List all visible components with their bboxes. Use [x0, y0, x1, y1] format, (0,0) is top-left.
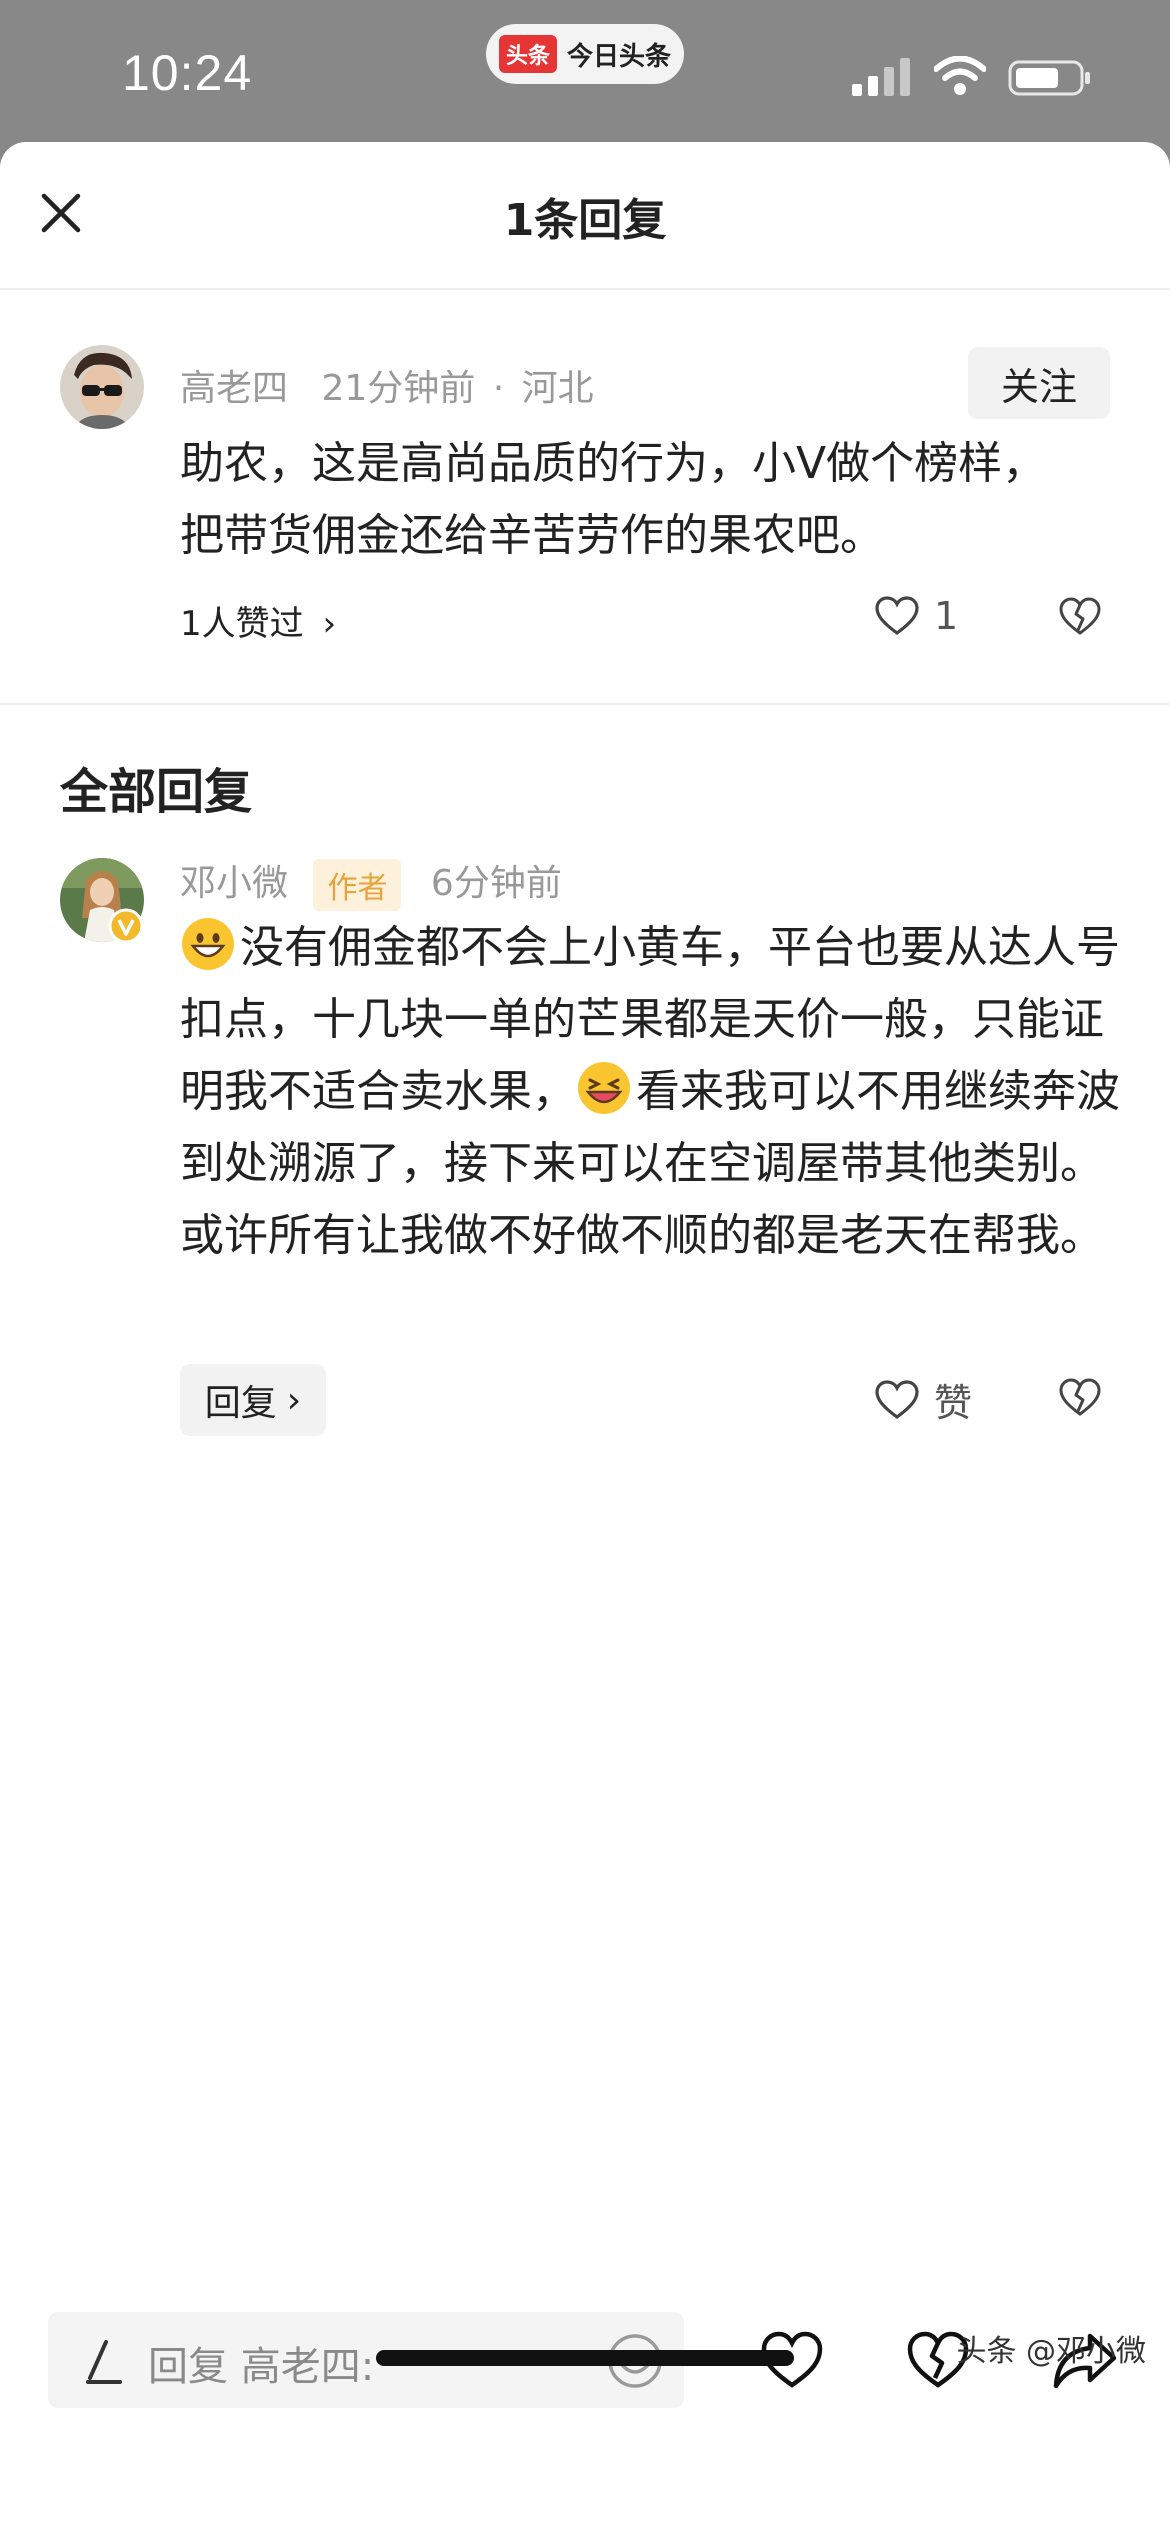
- laughing-emoji-icon: [578, 1062, 630, 1114]
- grinning-emoji-icon: [182, 918, 234, 970]
- avatar-original-author[interactable]: [60, 345, 144, 429]
- reply-time: 6分钟前: [430, 863, 562, 904]
- status-time: 10:24: [122, 45, 253, 101]
- heart-icon: [875, 596, 919, 635]
- heart-icon: [875, 1379, 919, 1419]
- status-bar: 10:24 头条 今日头条: [0, 0, 1170, 140]
- chevron-right-icon: ›: [286, 1379, 302, 1421]
- home-indicator: [376, 2350, 794, 2366]
- battery-icon: [1008, 60, 1090, 96]
- author-badge: 作者: [313, 859, 402, 911]
- wifi-icon: [934, 56, 986, 95]
- like-button-reply[interactable]: 赞: [874, 1372, 972, 1427]
- original-location: 河北: [521, 368, 594, 409]
- app-name: 今日头条: [567, 41, 672, 72]
- watermark: 头条 @邓小微: [956, 2334, 1146, 2369]
- reply-input-placeholder: 回复 高老四:: [148, 2344, 375, 2390]
- likers-link[interactable]: 1人赞过 ›: [180, 596, 336, 645]
- reply-author-name[interactable]: 邓小微: [180, 863, 288, 904]
- app-logo: 头条: [498, 35, 557, 73]
- verified-badge-icon: [108, 908, 144, 944]
- original-time: 21分钟前: [321, 368, 476, 409]
- all-replies-title: 全部回复: [60, 764, 253, 820]
- like-count: 1: [934, 594, 959, 638]
- reply-button-label: 回复: [204, 1383, 277, 1424]
- section-divider: [0, 703, 1170, 705]
- reply-button[interactable]: 回复 ›: [180, 1364, 326, 1436]
- likers-label: 1人赞过: [180, 604, 304, 644]
- dislike-broken-heart-icon[interactable]: [1058, 1378, 1102, 1418]
- reply-sheet: 1条回复 高老四 21分钟前 · 河北 关注 助农，这是高尚品质的行为，小V做个…: [0, 142, 1170, 2532]
- reply-meta: 邓小微 作者 6分钟前: [180, 854, 562, 911]
- like-button-original[interactable]: 1: [874, 594, 958, 638]
- sheet-title: 1条回复: [503, 195, 667, 246]
- meta-separator: ·: [492, 368, 505, 409]
- original-comment-text: 助农，这是高尚品质的行为，小V做个榜样，把带货佣金还给辛苦劳作的果农吧。: [180, 438, 1047, 561]
- dislike-broken-heart-icon[interactable]: [1058, 597, 1102, 637]
- like-label: 赞: [934, 1381, 973, 1425]
- original-author-name[interactable]: 高老四: [180, 368, 288, 409]
- follow-button[interactable]: 关注: [968, 347, 1110, 419]
- original-meta: 高老四 21分钟前 · 河北: [180, 359, 594, 411]
- reply-text: 没有佣金都不会上小黄车，平台也要从达人号扣点，十几块一单的芒果都是天价一般，只能…: [180, 912, 1120, 1272]
- chevron-right-icon: ›: [322, 604, 337, 644]
- pen-icon: [86, 2340, 122, 2384]
- app-indicator-pill[interactable]: 头条 今日头条: [486, 24, 684, 84]
- avatar-photo-icon: [60, 345, 144, 429]
- sheet-header: 1条回复: [0, 142, 1170, 290]
- signal-icon: [852, 58, 910, 96]
